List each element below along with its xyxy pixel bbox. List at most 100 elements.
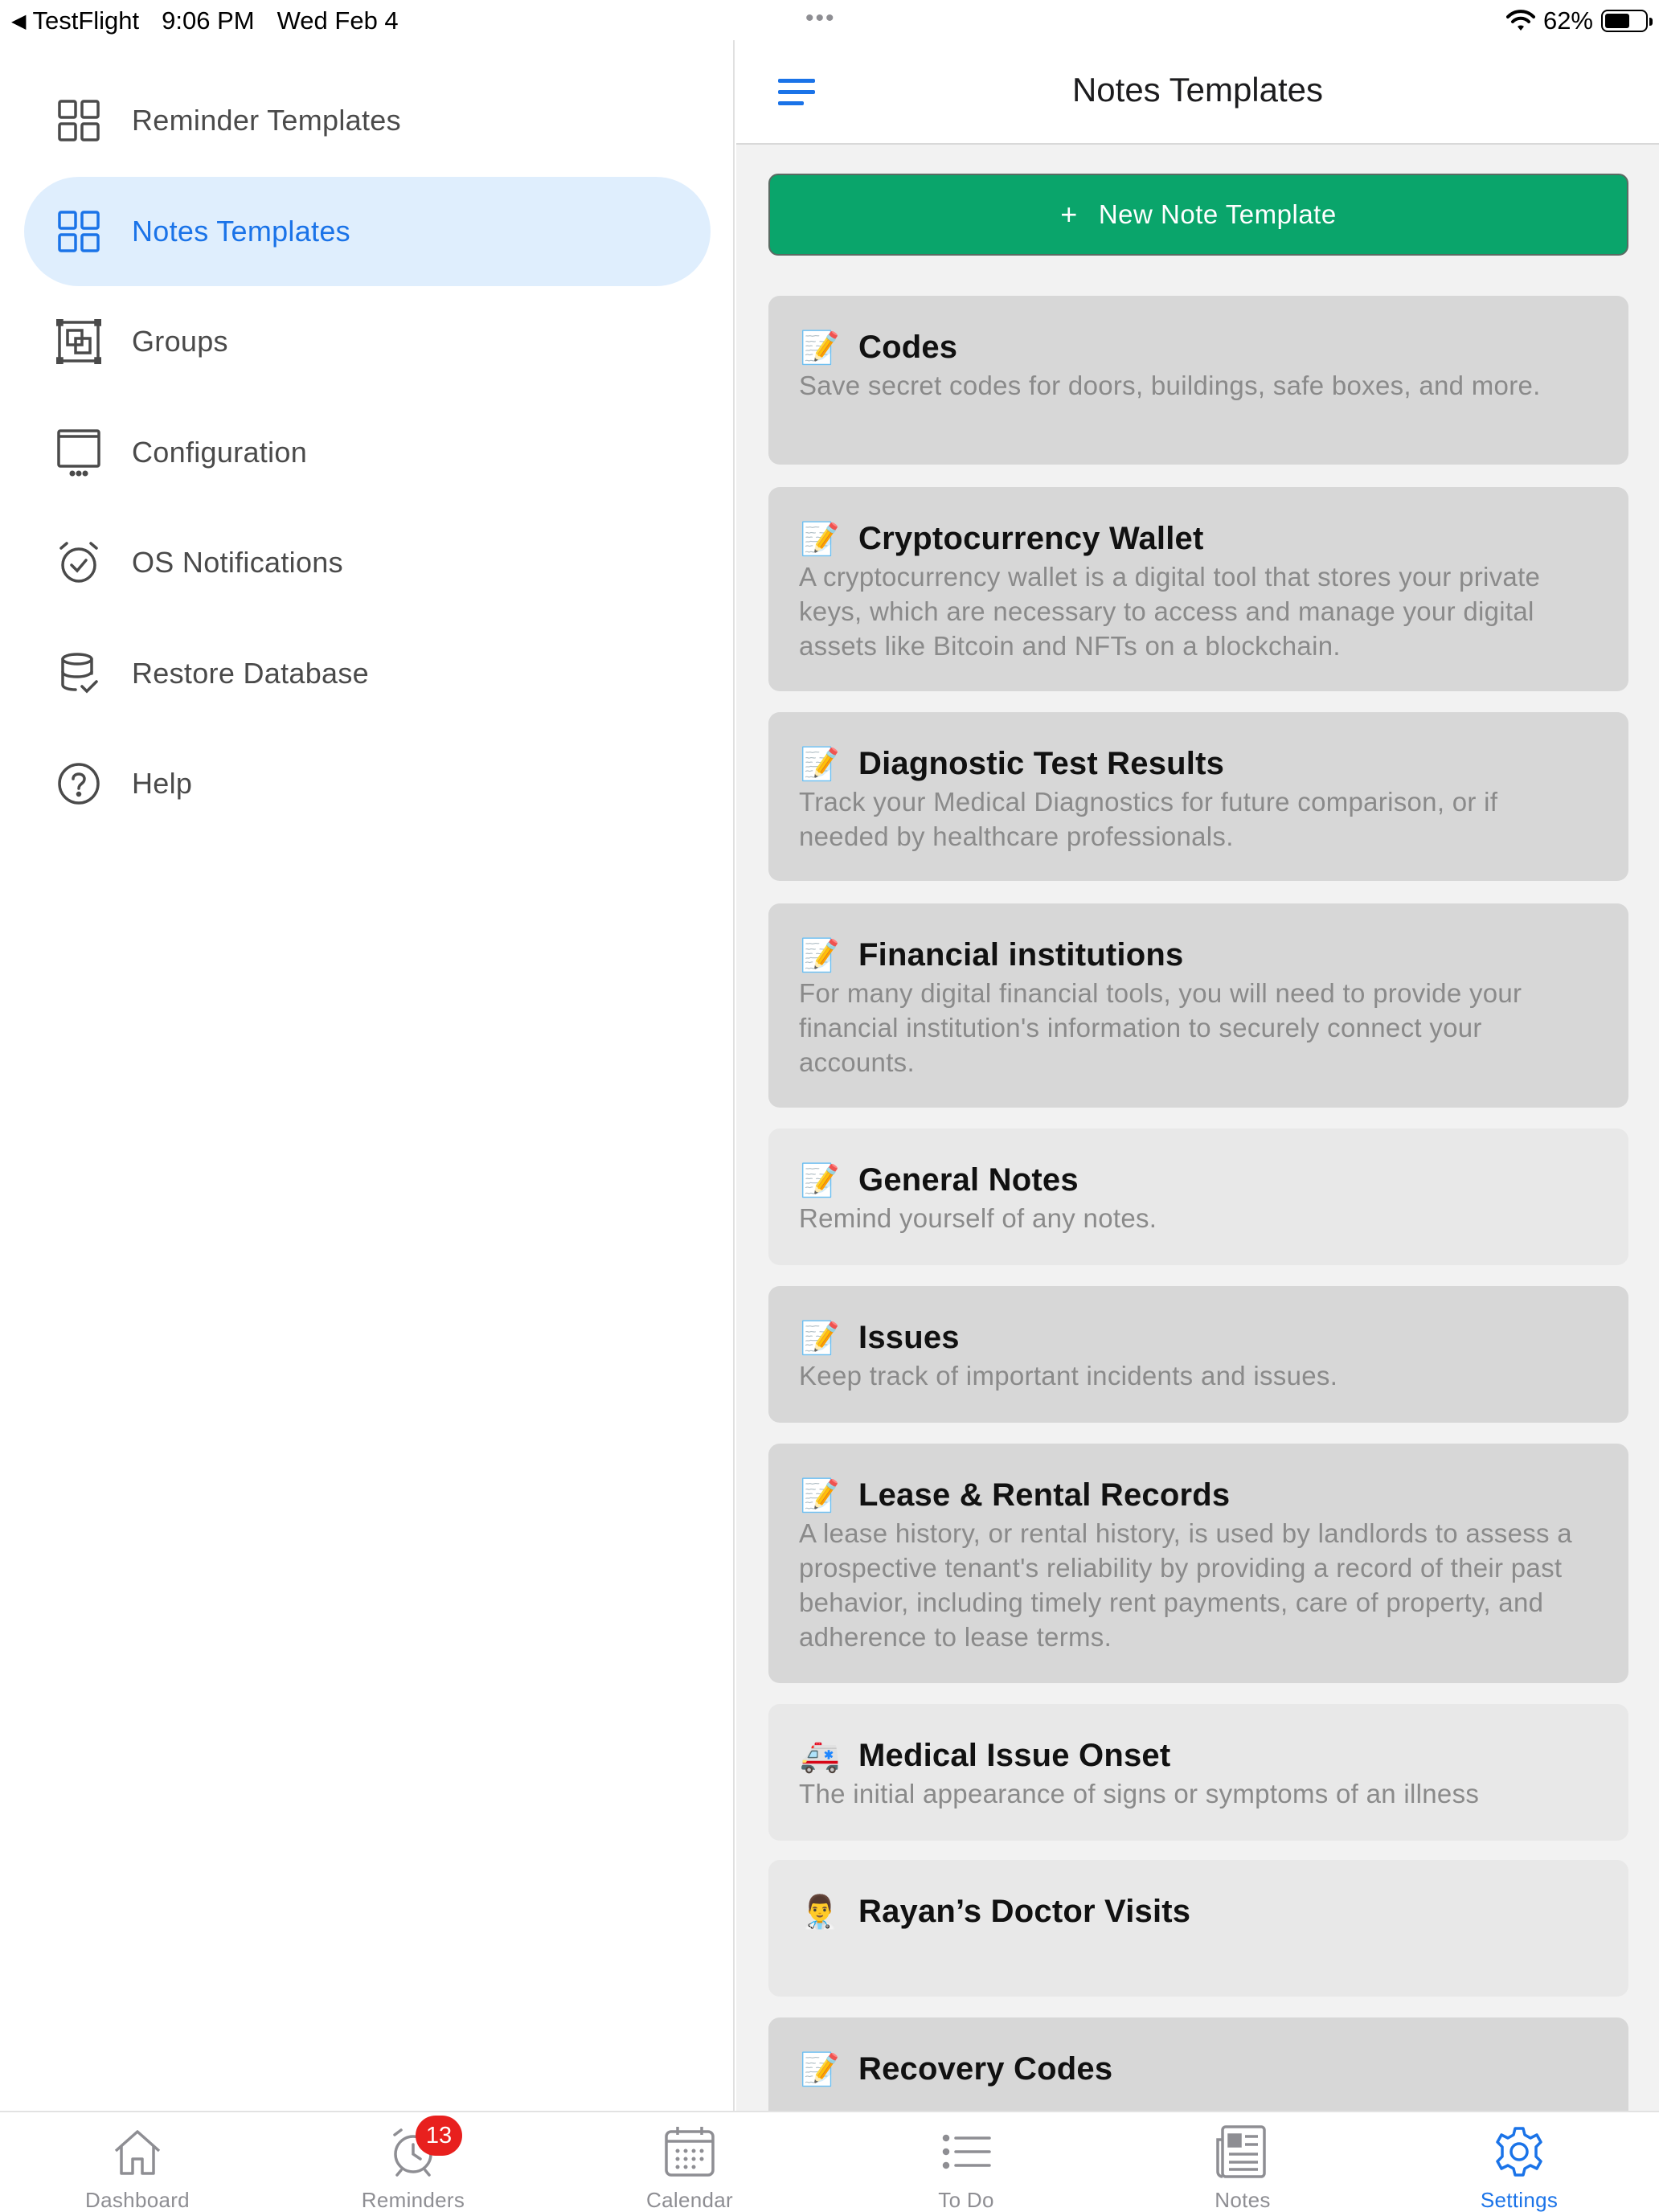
back-app-label[interactable]: TestFlight: [32, 6, 139, 35]
sidebar-item-notes-templates[interactable]: Notes Templates: [24, 177, 711, 286]
tab-todo[interactable]: To Do: [878, 2124, 1055, 2212]
card-title: Medical Issue Onset: [858, 1737, 1171, 1773]
card-description: The initial appearance of signs or sympt…: [799, 1779, 1480, 1809]
card-title: Issues: [858, 1319, 960, 1355]
home-icon: [109, 2124, 166, 2180]
multitasking-dots[interactable]: •••: [805, 5, 836, 32]
card-title: Recovery Codes: [858, 2050, 1113, 2087]
tab-label: Calendar: [646, 2188, 733, 2212]
templates-list[interactable]: 📝 Codes Save secret codes for doors, buil…: [736, 296, 1659, 2111]
status-right: 62%: [1505, 6, 1653, 35]
memo-icon: 📝: [800, 330, 840, 366]
battery-fill: [1605, 14, 1629, 28]
template-card-diagnostic-test-results[interactable]: 📝 Diagnostic Test Results Track your Medi…: [768, 712, 1628, 881]
help-icon: [56, 761, 101, 806]
card-description: Save secret codes for doors, buildings, …: [799, 371, 1541, 400]
card-title: Rayan’s Doctor Visits: [858, 1893, 1191, 1929]
card-description: Keep track of important incidents and is…: [799, 1361, 1338, 1391]
tab-dashboard[interactable]: Dashboard: [49, 2124, 226, 2212]
back-arrow-icon[interactable]: ◀: [11, 10, 26, 33]
card-title: Financial institutions: [858, 936, 1184, 973]
memo-icon: 📝: [800, 746, 840, 782]
sidebar-item-label: OS Notifications: [132, 546, 343, 579]
card-description: Track your Medical Diagnostics for futur…: [799, 787, 1498, 851]
sidebar-item-label: Help: [132, 767, 193, 800]
tab-label: Notes: [1215, 2188, 1271, 2212]
sidebar-item-restore-database[interactable]: Restore Database: [24, 619, 711, 728]
card-title: Cryptocurrency Wallet: [858, 520, 1204, 556]
status-bar: ◀ TestFlight 9:06 PM Wed Feb 4 ••• 62%: [0, 0, 1659, 40]
battery-percent: 62%: [1542, 6, 1593, 35]
template-card-medical-issue-onset[interactable]: 🚑 Medical Issue Onset The initial appeara…: [768, 1704, 1628, 1841]
tab-label: Settings: [1480, 2188, 1559, 2212]
sidebar-item-groups[interactable]: Groups: [24, 287, 711, 396]
card-description: A cryptocurrency wallet is a digital too…: [799, 562, 1541, 661]
card-description: A lease history, or rental history, is u…: [799, 1518, 1572, 1652]
tab-label: Reminders: [361, 2188, 465, 2212]
template-card-recovery-codes[interactable]: 📝 Recovery Codes: [768, 2017, 1628, 2111]
card-title: General Notes: [858, 1161, 1079, 1198]
database-icon: [56, 651, 101, 696]
card-description: For many digital financial tools, you wi…: [799, 978, 1522, 1077]
card-title: Lease & Rental Records: [858, 1477, 1231, 1513]
template-card-lease-rental-records[interactable]: 📝 Lease & Rental Records A lease history,…: [768, 1444, 1628, 1683]
tab-calendar[interactable]: Calendar: [601, 2124, 778, 2212]
new-note-template-label: New Note Template: [1098, 199, 1337, 229]
tab-bar: Dashboard 13 Reminders Calendar To Do No…: [0, 2111, 1659, 2212]
memo-icon: 📝: [800, 1162, 840, 1198]
main-header: Notes Templates: [736, 40, 1659, 145]
tab-settings[interactable]: Settings: [1431, 2124, 1608, 2212]
wifi-icon: [1505, 10, 1535, 31]
sidebar-item-os-notifications[interactable]: OS Notifications: [24, 508, 711, 617]
sidebar-item-reminder-templates[interactable]: Reminder Templates: [24, 66, 711, 175]
alarm-check-icon: [56, 540, 101, 585]
template-card-rayans-doctor-visits[interactable]: 👨‍⚕️ Rayan’s Doctor Visits: [768, 1860, 1628, 1997]
memo-icon: 📝: [800, 1477, 840, 1514]
memo-icon: 📝: [800, 521, 840, 557]
sidebar-item-label: Restore Database: [132, 657, 369, 690]
list-icon: [938, 2124, 994, 2180]
ambulance-icon: 🚑: [800, 1738, 840, 1774]
battery-icon: [1601, 10, 1653, 32]
newspaper-icon: [1215, 2124, 1271, 2180]
memo-icon: 📝: [800, 1320, 840, 1356]
tab-label: To Do: [938, 2188, 994, 2212]
battery-tip: [1649, 18, 1653, 26]
status-left: ◀ TestFlight 9:06 PM Wed Feb 4: [11, 6, 421, 35]
sidebar-item-label: Notes Templates: [132, 215, 350, 248]
groups-icon: [56, 319, 101, 364]
reminders-badge: 13: [416, 2116, 462, 2156]
card-title: Diagnostic Test Results: [858, 745, 1225, 781]
page-title: Notes Templates: [1071, 71, 1324, 109]
grid-icon: [56, 98, 101, 143]
template-card-cryptocurrency-wallet[interactable]: 📝 Cryptocurrency Wallet A cryptocurrency …: [768, 487, 1628, 691]
card-description: Remind yourself of any notes.: [799, 1203, 1157, 1233]
sidebar-item-help[interactable]: Help: [24, 729, 711, 838]
template-card-general-notes[interactable]: 📝 General Notes Remind yourself of any no…: [768, 1129, 1628, 1265]
gear-icon: [1491, 2124, 1547, 2180]
sidebar: Reminder Templates Notes Templates Group…: [0, 40, 735, 2111]
alarm-icon: 13: [385, 2116, 462, 2180]
card-title: Codes: [858, 329, 958, 365]
template-card-issues[interactable]: 📝 Issues Keep track of important incident…: [768, 1286, 1628, 1423]
template-card-financial-institutions[interactable]: 📝 Financial institutions For many digital…: [768, 903, 1628, 1108]
tab-notes[interactable]: Notes: [1154, 2124, 1331, 2212]
main-panel: Notes Templates + New Note Template 📝 Cod…: [736, 40, 1659, 2111]
grid-icon: [56, 209, 101, 254]
tab-label: Dashboard: [85, 2188, 190, 2212]
new-note-template-button[interactable]: + New Note Template: [768, 174, 1628, 256]
window-icon: [56, 429, 101, 477]
status-date: Wed Feb 4: [276, 6, 399, 35]
memo-icon: 📝: [800, 937, 840, 973]
sidebar-item-label: Configuration: [132, 436, 308, 469]
tab-reminders[interactable]: 13 Reminders: [325, 2116, 502, 2212]
calendar-icon: [662, 2124, 718, 2180]
sidebar-item-label: Groups: [132, 325, 228, 358]
template-card-codes[interactable]: 📝 Codes Save secret codes for doors, buil…: [768, 296, 1628, 465]
memo-icon: 📝: [800, 2051, 840, 2087]
sidebar-item-label: Reminder Templates: [132, 104, 401, 137]
sidebar-item-configuration[interactable]: Configuration: [24, 398, 711, 507]
status-time: 9:06 PM: [162, 6, 255, 35]
plus-icon: +: [1060, 198, 1078, 231]
doctor-icon: 👨‍⚕️: [800, 1894, 840, 1930]
